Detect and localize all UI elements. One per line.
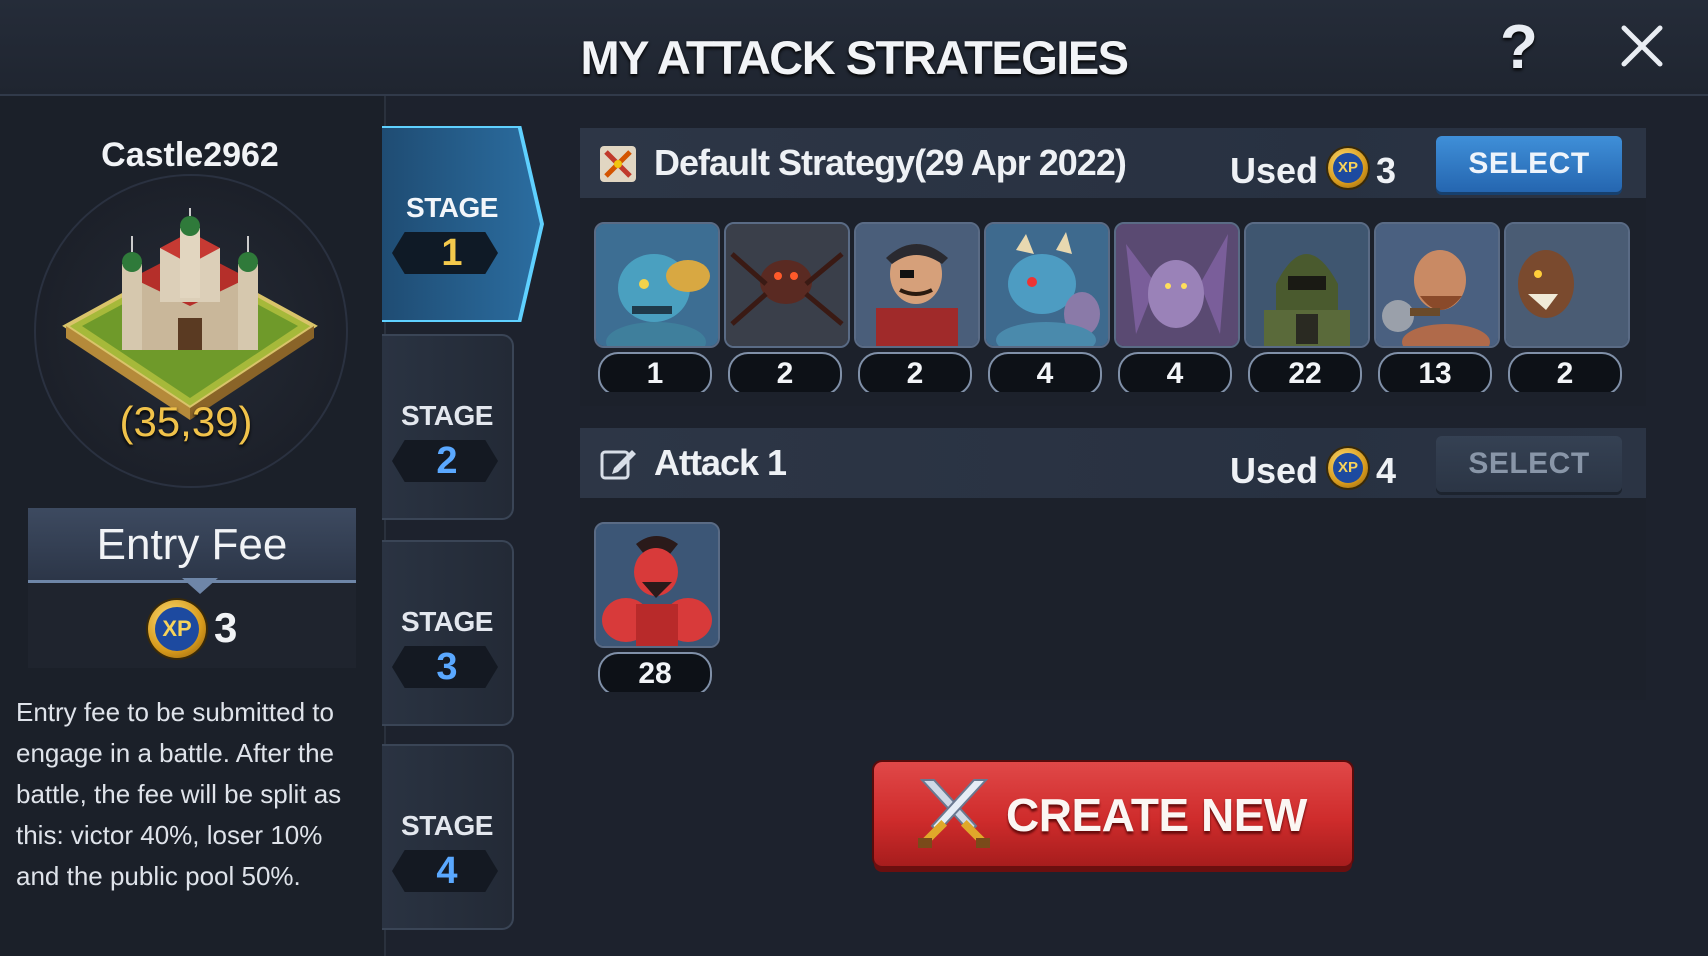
castle-coordinates: (35,39) [119,398,253,445]
crossed-swords-icon [918,779,990,848]
unit-count: 4 [988,352,1102,392]
close-icon[interactable] [1618,22,1666,70]
used-count: 3 [1376,150,1397,191]
strategy-name: Default Strategy(29 Apr 2022) [654,142,1127,183]
unit-portrait-hooded-rogue [1244,222,1370,348]
unit-slot[interactable]: 2 [722,222,850,392]
stage-number: 3 [436,646,458,688]
unit-count: 2 [1508,352,1622,392]
unit-slot[interactable]: 28 [592,522,720,692]
castle-info-panel: Castle2962 (35,39) Entry Fee XP 3 Entry … [0,96,386,956]
xp-coin-icon: XP [1328,148,1368,188]
entry-fee-header: Entry Fee [28,508,356,583]
help-icon[interactable]: ? [1500,12,1538,83]
create-new-label: CREATE NEW [1006,789,1307,841]
used-label: Used [1230,150,1319,191]
unit-slot[interactable]: 22 [1242,222,1370,392]
unit-slot[interactable]: 2 [1502,222,1630,392]
unit-count: 28 [598,652,712,692]
unit-slot[interactable]: 4 [982,222,1110,392]
unit-portrait-blue-ogre [594,222,720,348]
edit-icon[interactable] [598,444,638,484]
stage-label: STAGE [401,606,493,637]
strategy-card-attack-1: Attack 1 Used XP 4 SELECT 28 [580,428,1646,700]
unit-count: 1 [598,352,712,392]
unit-portrait-barbarian [1374,222,1500,348]
xp-coin-label: XP [1333,153,1363,183]
entry-fee-description: Entry fee to be submitted to engage in a… [16,697,342,891]
strategy-name: Attack 1 [654,442,787,483]
header-bar: MY ATTACK STRATEGIES ? [0,0,1708,96]
tab-stage-3[interactable]: STAGE 3 [382,540,514,726]
stage-label: STAGE [401,400,493,431]
unit-list: 28 [592,522,1636,692]
tab-stage-4[interactable]: STAGE 4 [382,744,514,930]
unit-portrait-armored-ogre [984,222,1110,348]
stage-label: STAGE [401,810,493,841]
castle-icon [62,208,318,420]
tab-stage-2[interactable]: STAGE 2 [382,334,514,520]
tab-stage-1[interactable]: STAGE 1 [382,128,540,320]
unit-portrait-pirate [854,222,980,348]
select-button[interactable]: SELECT [1436,436,1622,492]
entry-fee-value: 3 [214,604,238,651]
create-new-button[interactable]: CREATE NEW [874,762,1352,866]
unit-portrait-gargoyle [1114,222,1240,348]
unit-portrait-red-demon [594,522,720,648]
unit-portrait-werewolf [1504,222,1630,348]
select-button[interactable]: SELECT [1436,136,1622,192]
stage-number: 1 [441,232,463,274]
entry-fee-title: Entry Fee [96,520,288,569]
unit-count: 2 [858,352,972,392]
page-title: MY ATTACK STRATEGIES [580,31,1129,84]
unit-slot[interactable]: 13 [1372,222,1500,392]
unit-slot[interactable]: 1 [592,222,720,392]
unit-slot[interactable]: 4 [1112,222,1240,392]
castle-name: Castle2962 [101,136,279,174]
strategy-header: Attack 1 Used XP 4 SELECT [580,428,1646,498]
unit-count: 4 [1118,352,1232,392]
xp-coin-icon: XP [148,600,206,658]
stage-label: STAGE [406,192,498,223]
used-label: Used [1230,450,1319,491]
unit-list: 1 2 2 4 4 22 13 2 [592,222,1636,392]
stage-number: 4 [436,850,458,892]
xp-coin-label: XP [1333,453,1363,483]
used-count: 4 [1376,450,1397,491]
xp-coin-label: XP [155,607,199,651]
unit-count: 13 [1378,352,1492,392]
entry-fee-box: Entry Fee XP 3 [28,508,356,668]
stage-number: 2 [436,440,458,482]
unit-count: 22 [1248,352,1362,392]
unit-slot[interactable]: 2 [852,222,980,392]
crossed-swords-icon [600,146,636,182]
unit-portrait-spider [724,222,850,348]
unit-count: 2 [728,352,842,392]
strategy-header: Default Strategy(29 Apr 2022) Used XP 3 … [580,128,1646,198]
entry-fee-pointer [182,578,218,594]
strategy-card-default: Default Strategy(29 Apr 2022) Used XP 3 … [580,128,1646,406]
xp-coin-icon: XP [1328,448,1368,488]
